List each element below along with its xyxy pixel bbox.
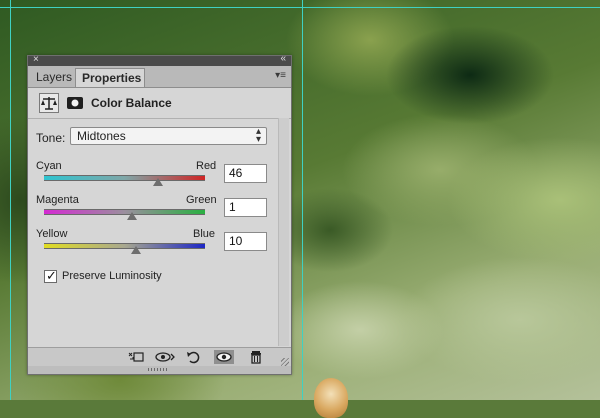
tone-label: Tone: [36, 131, 66, 145]
adjustment-title: Color Balance [91, 96, 172, 110]
yellow-blue-slider-thumb[interactable] [130, 246, 141, 254]
reset-icon[interactable] [184, 350, 204, 364]
tab-properties[interactable]: Properties [75, 68, 145, 87]
panel-scrollbar[interactable] [278, 118, 289, 346]
panel-menu-icon[interactable]: ▾≡ [275, 70, 286, 81]
yellow-blue-value-input[interactable]: 10 [224, 232, 267, 251]
close-icon[interactable]: × [33, 54, 39, 65]
clip-to-layer-icon[interactable] [126, 350, 146, 364]
layer-mask-icon[interactable] [65, 93, 85, 113]
panel-bottom-grip[interactable] [28, 366, 291, 374]
panel-bottom-toolbar [28, 347, 291, 366]
panel-titlebar[interactable]: × « [28, 53, 291, 66]
tone-select[interactable]: Midtones ▴ ▾ [70, 127, 267, 145]
eye-icon[interactable] [214, 350, 234, 364]
guide-vertical-right [302, 0, 303, 400]
color-balance-scale-icon [39, 93, 59, 113]
cyan-red-slider-thumb[interactable] [153, 178, 164, 186]
yellow-blue-slider-track[interactable] [44, 243, 205, 249]
magenta-green-slider-track[interactable] [44, 209, 205, 215]
magenta-green-value-input[interactable]: 1 [224, 198, 267, 217]
properties-panel: × « Layers Properties ▾≡ Color Balance T… [27, 53, 292, 375]
slider-green-label: Green [186, 194, 217, 206]
slider-yellow-label: Yellow [36, 228, 68, 240]
preserve-luminosity-label[interactable]: Preserve Luminosity [62, 270, 162, 282]
guide-vertical-left [10, 0, 11, 400]
trash-icon[interactable] [246, 350, 266, 364]
view-previous-state-icon[interactable] [154, 350, 175, 364]
collapse-icon[interactable]: « [280, 53, 286, 64]
tab-layers[interactable]: Layers [30, 68, 74, 87]
slider-cyan-label: Cyan [36, 160, 62, 172]
chevron-updown-icon: ▴ ▾ [255, 126, 261, 145]
preserve-luminosity-checkbox[interactable]: ✓ [44, 268, 57, 283]
checkmark-icon: ✓ [46, 268, 57, 283]
cyan-red-value-input[interactable]: 46 [224, 164, 267, 183]
slider-blue-label: Blue [193, 228, 216, 240]
panel-tabbar: Layers Properties ▾≡ [28, 66, 291, 88]
grip-dots-icon [148, 368, 168, 371]
slider-red-label: Red [196, 160, 217, 172]
slider-magenta-label: Magenta [36, 194, 79, 206]
resize-grip-icon[interactable] [281, 358, 289, 366]
adjustment-header: Color Balance [28, 88, 291, 119]
flower-highlight [314, 378, 348, 418]
magenta-green-slider-thumb[interactable] [126, 212, 137, 220]
guide-horizontal-top [0, 7, 600, 8]
cyan-red-slider-track[interactable] [44, 175, 205, 181]
tone-select-value: Midtones [77, 129, 126, 143]
